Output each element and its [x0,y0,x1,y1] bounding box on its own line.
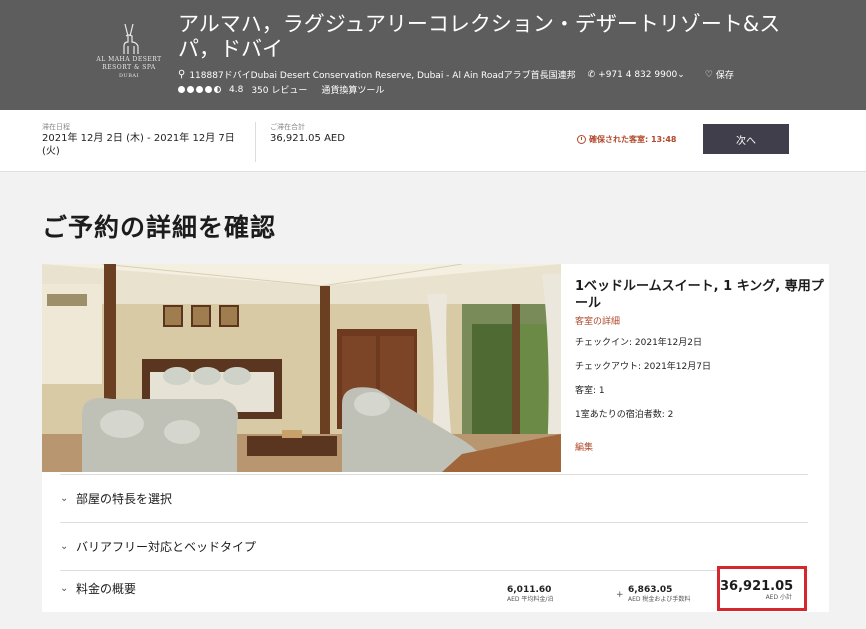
map-pin-icon: ⚲ [178,69,186,80]
save-label: 保存 [715,71,734,81]
subtotal-label: AED 小計 [765,594,792,601]
room-photo [42,264,561,472]
subtotal-box: 36,921.05 AED 小計 [717,566,807,611]
plus-sign: + [616,590,624,600]
guest-count: 1室あたりの宿泊者数: 2 [575,410,674,420]
rating-dot-icon [196,86,203,93]
rating-score: 4.8 [229,84,244,95]
room-details-link[interactable]: 客室の詳細 [575,314,825,327]
rate-summary-toggle[interactable]: ⌄ 料金の概要 [60,565,808,612]
clock-icon [577,135,586,144]
stay-total-label: ご滞在合計 [270,123,305,131]
currency-converter-link[interactable]: 通貨換算ツール [321,83,384,96]
reviews-link[interactable]: 350 レビュー [251,83,307,96]
rate-summary-label: 料金の概要 [76,582,137,596]
stay-dates: 滞在日程 2021年 12月 2日 (木) - 2021年 12月 7日 (火) [42,122,242,158]
next-button[interactable]: 次へ [703,124,789,154]
chevron-down-icon: ⌄ [60,493,69,504]
rating-row: 4.8 350 レビュー 通貨換算ツール [178,83,384,96]
accessibility-bed-label: バリアフリー対応とベッドタイプ [76,540,257,554]
taxes-fees-value: 6,863.05 [628,585,673,595]
stay-dates-value: 2021年 12月 2日 (木) - 2021年 12月 7日 (火) [42,133,235,157]
logo-line-3: DUBAI [119,73,139,79]
stay-dates-label: 滞在日程 [42,123,70,131]
taxes-fees: 6,863.05 AED 税金および手数料 [628,584,690,604]
hotel-title: アルマハ，ラグジュアリーコレクション・デザートリゾート&スパ，ドバイ [178,12,781,61]
rating-half-dot-icon [214,86,221,93]
room-features-toggle[interactable]: ⌄ 部屋の特長を選択 [60,475,808,522]
heart-icon: ♡ [704,69,713,80]
rating-dot-icon [178,86,185,93]
rating-dots [178,86,221,93]
phone-link[interactable]: ✆ +971 4 832 9900 ⌄ [588,70,685,80]
room-hold-text: 確保された客室: 13:48 [589,135,677,144]
divider [255,122,256,162]
stay-total: ご滞在合計 36,921.05 AED [270,122,345,145]
phone-number: +971 4 832 9900 [598,69,678,80]
room-info: 1ベッドルームスイート, 1 キング, 専用プール 客室の詳細 チェックイン: … [575,264,825,453]
oryx-logo-icon [123,23,139,54]
edit-link[interactable]: 編集 [575,440,825,453]
hotel-address[interactable]: 118887ドバイDubai Desert Conservation Reser… [189,68,575,81]
hotel-header: AL MAHA DESERT RESORT & SPA DUBAI アルマハ，ラ… [0,0,866,110]
average-rate-value: 6,011.60 [507,585,552,595]
accessibility-bed-toggle[interactable]: ⌄ バリアフリー対応とベッドタイプ [60,523,808,570]
chevron-down-icon: ⌄ [60,583,69,594]
subtotal-value: 36,921.05 [720,579,794,594]
taxes-fees-label: AED 税金および手数料 [628,596,691,603]
checkout-date: チェックアウト: 2021年12月7日 [575,362,711,372]
average-rate-label: AED 平均料金/泊 [507,596,554,603]
stay-total-value: 36,921.05 AED [270,133,345,144]
page-title: ご予約の詳細を確認 [42,213,277,242]
checkin-date: チェックイン: 2021年12月2日 [575,338,702,348]
average-rate: 6,011.60 AED 平均料金/泊 [507,584,553,604]
hotel-contact-row: ⚲ 118887ドバイDubai Desert Conservation Res… [178,68,734,81]
room-card: 1ベッドルームスイート, 1 キング, 専用プール 客室の詳細 チェックイン: … [42,264,829,474]
hotel-logo[interactable]: AL MAHA DESERT RESORT & SPA DUBAI [95,22,163,80]
save-button[interactable]: ♡ 保存 [704,68,734,82]
rating-dot-icon [187,86,194,93]
booking-sections: ⌄ 部屋の特長を選択 ⌄ バリアフリー対応とベッドタイプ ⌄ 料金の概要 [42,474,829,612]
room-hold-timer: 確保された客室: 13:48 [577,134,676,145]
room-name: 1ベッドルームスイート, 1 キング, 専用プール [575,279,824,311]
phone-icon: ✆ [587,69,596,80]
logo-line-2: RESORT & SPA [102,64,156,71]
room-features-label: 部屋の特長を選択 [76,492,173,506]
chevron-down-icon: ⌄ [677,69,685,80]
chevron-down-icon: ⌄ [60,541,69,552]
room-count: 客室: 1 [575,386,605,396]
logo-line-1: AL MAHA DESERT [96,56,162,63]
rating-dot-icon [205,86,212,93]
